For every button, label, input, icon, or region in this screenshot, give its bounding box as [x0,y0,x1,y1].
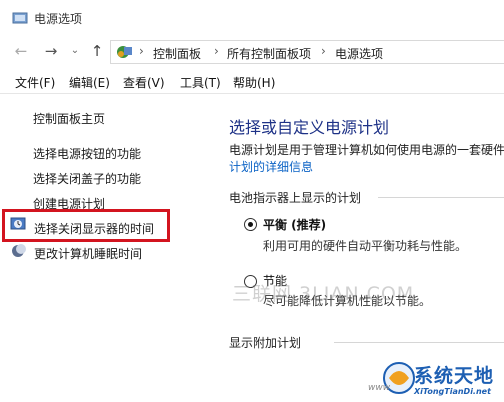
breadcrumb-control-panel[interactable]: 控制面板 [153,45,201,62]
menu-bar: 文件(F) 编辑(E) 查看(V) 工具(T) 帮助(H) [0,68,504,94]
forward-arrow-icon[interactable]: → [42,42,60,60]
up-arrow-icon[interactable]: ↑ [88,42,106,60]
watermark-brand: 系统天地 [414,365,495,387]
menu-file[interactable]: 文件(F) [15,74,55,91]
control-panel-home-link[interactable]: 控制面板主页 [33,110,105,127]
breadcrumb-all-items[interactable]: 所有控制面板项 [227,45,311,62]
power-options-icon [12,12,28,24]
breadcrumb-separator: › [214,44,219,58]
watermark-3lian: 三联网 3LIAN.COM [232,283,415,305]
breadcrumb-separator: › [139,44,144,58]
battery-plans-header: 电池指示器上显示的计划 [229,191,362,205]
recent-locations-icon[interactable]: ⌄ [66,42,84,60]
highlight-frame [2,209,170,242]
power-button-settings-link[interactable]: 选择电源按钮的功能 [33,145,141,162]
title-bar: 电源选项 [0,0,504,36]
balanced-plan-name[interactable]: 平衡 (推荐) [263,216,326,233]
sleep-time-link[interactable]: 更改计算机睡眠时间 [34,245,142,262]
navigation-bar: ← → ⌄ ↑ › 控制面板 › 所有控制面板项 › 电源选项 [0,36,504,66]
sleep-moon-icon [12,244,26,257]
watermark-site: XiTongTianDi.net [414,387,491,396]
breadcrumb-power-options[interactable]: 电源选项 [335,45,383,62]
back-arrow-icon[interactable]: ← [12,42,30,60]
control-panel-icon [117,46,132,58]
balanced-plan-description: 利用可用的硬件自动平衡功耗与性能。 [263,239,468,253]
watermark-www: www [368,383,391,393]
window-title: 电源选项 [34,12,83,26]
section-divider [334,342,504,343]
menu-help[interactable]: 帮助(H) [233,74,275,91]
menu-tools[interactable]: 工具(T) [180,74,221,91]
page-heading: 选择或自定义电源计划 [229,118,390,137]
breadcrumb-separator: › [321,44,326,58]
menu-edit[interactable]: 编辑(E) [69,74,110,91]
radio-selected-dot [248,222,253,227]
address-bar[interactable]: › 控制面板 › 所有控制面板项 › 电源选项 [110,40,504,64]
section-divider [378,197,504,198]
menu-view[interactable]: 查看(V) [123,74,165,91]
balanced-plan-radio[interactable] [244,218,257,231]
additional-plans-header[interactable]: 显示附加计划 [229,334,301,351]
lid-close-settings-link[interactable]: 选择关闭盖子的功能 [33,170,141,187]
page-description: 电源计划是用于管理计算机如何使用电源的一套硬件 [229,143,504,157]
plan-details-link[interactable]: 计划的详细信息 [229,158,313,175]
